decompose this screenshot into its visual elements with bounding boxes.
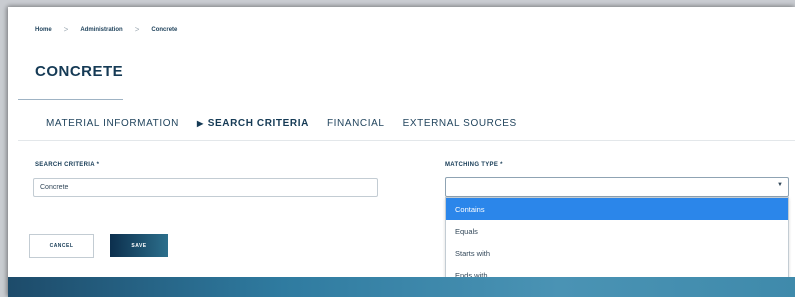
search-criteria-value: Concrete xyxy=(40,184,69,191)
tab-external-sources[interactable]: EXTERNAL SOURCES xyxy=(403,118,517,129)
cancel-button[interactable]: CANCEL xyxy=(29,234,94,258)
search-criteria-input[interactable]: Concrete xyxy=(33,178,378,197)
breadcrumb: Home > Administration > Concrete xyxy=(35,25,177,34)
breadcrumb-separator: > xyxy=(63,25,69,34)
option-contains[interactable]: Contains xyxy=(446,198,788,220)
save-button[interactable]: SAVE xyxy=(110,234,168,257)
matching-type-dropdown: Contains Equals Starts with Ends with xyxy=(445,197,789,287)
tab-financial[interactable]: FINANCIAL xyxy=(327,118,385,129)
matching-type-select[interactable]: ▼ xyxy=(445,177,789,197)
play-arrow-icon: ▶ xyxy=(196,119,204,128)
breadcrumb-separator: > xyxy=(134,25,140,34)
tab-search-criteria-label: SEARCH CRITERIA xyxy=(207,118,309,129)
title-underline xyxy=(18,99,123,100)
footer-bar xyxy=(8,277,795,297)
breadcrumb-administration[interactable]: Administration xyxy=(80,27,122,33)
page-title: CONCRETE xyxy=(35,63,124,80)
tab-bar: MATERIAL INFORMATION ▶ SEARCH CRITERIA FI… xyxy=(46,118,535,129)
option-equals[interactable]: Equals xyxy=(446,220,788,242)
search-criteria-label: SEARCH CRITERIA * xyxy=(35,162,100,168)
tab-search-criteria[interactable]: ▶ SEARCH CRITERIA xyxy=(197,118,309,129)
breadcrumb-current: Concrete xyxy=(151,26,178,33)
tabs-divider xyxy=(18,140,795,141)
option-starts-with[interactable]: Starts with xyxy=(446,242,788,264)
tab-material-information[interactable]: MATERIAL INFORMATION xyxy=(46,118,179,129)
app-window: Home > Administration > Concrete CONCRET… xyxy=(8,7,795,297)
caret-down-icon: ▼ xyxy=(777,182,783,188)
breadcrumb-home[interactable]: Home xyxy=(35,27,52,33)
matching-type-label: MATCHING TYPE * xyxy=(445,162,503,168)
